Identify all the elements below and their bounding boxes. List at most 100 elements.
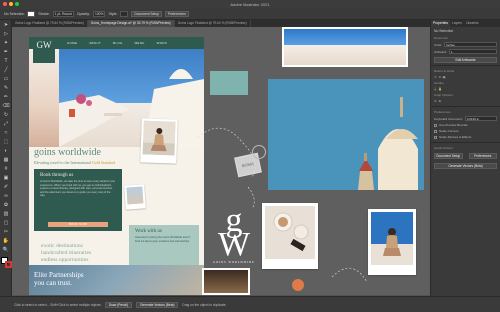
direct-select-icon[interactable]: ▷ xyxy=(2,31,10,37)
rect-icon[interactable]: ▭ xyxy=(2,76,10,82)
polaroid-food[interactable] xyxy=(262,203,318,269)
generate-vectors-button[interactable]: Generate Vectors (Beta) xyxy=(136,301,179,308)
slice-icon[interactable]: ✂ xyxy=(2,229,10,235)
nav-blog[interactable]: BLOG xyxy=(113,41,123,45)
pencil-icon[interactable]: ✏ xyxy=(2,94,10,100)
draw-pencil-button[interactable]: Draw (Pencil) xyxy=(104,301,133,308)
edit-artboards-button[interactable]: Edit Artboards xyxy=(434,57,497,63)
magic-wand-icon[interactable]: ✦ xyxy=(2,40,10,46)
minimize-window-button[interactable] xyxy=(9,2,13,6)
blend-icon[interactable]: ∞ xyxy=(2,193,10,199)
opacity-field[interactable]: 100% xyxy=(93,11,106,17)
site-logo[interactable]: GW xyxy=(33,39,55,63)
nav-home[interactable]: HOME xyxy=(67,41,77,45)
book-now-button[interactable]: BOOK NOW xyxy=(48,222,108,227)
checkbox-icon xyxy=(434,135,437,139)
fill-swatch[interactable] xyxy=(27,11,36,17)
graph-icon[interactable]: ▥ xyxy=(2,211,10,217)
top-photo-strip[interactable] xyxy=(282,27,408,67)
window-controls xyxy=(3,2,19,6)
site-nav: HOME ABOUT BLOG MENU WORK xyxy=(29,37,204,49)
style-label: Style: xyxy=(108,12,118,16)
doc-tab-3[interactable]: Goins Logo Finalized @ 79.64 % (RGB/Prev… xyxy=(175,20,251,27)
small-photo-image xyxy=(126,186,144,205)
status-hint: Click to select or select... Shift+Click… xyxy=(14,302,101,307)
keyboard-increment-row: Keyboard Increment: 0.0139 in xyxy=(431,115,500,122)
doc-tab-1[interactable]: Goins Logo Finalized @ 79.64 % (RGB/Prev… xyxy=(12,20,88,27)
snap-pixel-icon[interactable]: ⊞ xyxy=(439,99,442,103)
generate-vectors-panel-button[interactable]: Generate Vectors (Beta) xyxy=(434,163,497,169)
tab-properties[interactable]: Properties xyxy=(431,20,451,27)
bottom-portrait-photo[interactable] xyxy=(202,268,250,295)
document-setup-button[interactable]: Document Setup xyxy=(131,11,163,17)
doc-tab-2[interactable]: Goins_Homepage Design.ai* @ 33.79 % (RGB… xyxy=(87,20,175,27)
zoom-icon[interactable]: 🔍 xyxy=(2,247,10,253)
line-icon[interactable]: ╱ xyxy=(2,67,10,73)
selection-icon[interactable]: ➤ xyxy=(2,22,10,28)
type-icon[interactable]: T xyxy=(2,58,10,64)
perspective-icon[interactable]: ▦ xyxy=(2,157,10,163)
preferences-panel-button[interactable]: Preferences xyxy=(468,153,497,159)
polaroid-photo-small xyxy=(124,184,146,210)
nav-menu[interactable]: MENU xyxy=(135,41,145,45)
keyboard-increment-field[interactable]: 0.0139 in xyxy=(464,116,497,121)
eraser-icon[interactable]: ⌫ xyxy=(2,103,10,109)
no-selection-label: No Selection xyxy=(434,29,454,33)
keyboard-increment-label: Keyboard Increment: xyxy=(434,116,463,121)
units-row: Units: Inches xyxy=(431,41,500,48)
scale-strokes-checkbox[interactable]: Scale Strokes & Effects xyxy=(431,134,500,140)
work-text: Interested in joining the Goins Worldwid… xyxy=(135,236,191,243)
book-through-us-card: Book through us At Goins Worldwide, we t… xyxy=(34,169,122,231)
warp-icon[interactable]: ≈ xyxy=(2,130,10,136)
transparency-grid-icon[interactable]: ▦ xyxy=(443,75,446,79)
polaroid-woman[interactable] xyxy=(368,209,416,275)
tab-layers[interactable]: Layers xyxy=(450,20,464,27)
units-select[interactable]: Inches xyxy=(443,42,497,47)
grid-icon[interactable]: # xyxy=(439,75,441,79)
stroke-weight-field[interactable]: 1 pt. Round xyxy=(52,11,74,17)
fill-stroke-swatch[interactable] xyxy=(1,257,12,268)
toolbar: ➤ ▷ ✦ ✒ T ╱ ▭ ✎ ✏ ⌫ ↻ ⤢ ≈ ⬚ ◐ ▦ # ▣ ✐ ∞ ✿ ▥ ▢ ✂ ✋ 🔍 xyxy=(0,20,12,296)
excl-line: exotic destinations xyxy=(41,243,83,249)
quick-actions-row: Document Setup Preferences xyxy=(431,151,500,161)
artboard-icon[interactable]: ▢ xyxy=(2,220,10,226)
close-window-button[interactable] xyxy=(3,2,7,6)
monogram-w: W xyxy=(217,226,251,263)
nav-work[interactable]: WORK xyxy=(157,41,168,45)
coral-stamp-mark xyxy=(292,279,304,291)
nav-about[interactable]: ABOUT xyxy=(89,41,101,45)
woman-balcony-image xyxy=(142,120,176,156)
book-title: Book through us xyxy=(40,173,74,178)
brush-icon[interactable]: ✎ xyxy=(2,85,10,91)
stroke-swatch[interactable] xyxy=(5,261,12,268)
preferences-button[interactable]: Preferences xyxy=(165,11,189,17)
style-swatch[interactable] xyxy=(120,11,129,17)
rotate-icon[interactable]: ↻ xyxy=(2,112,10,118)
free-transform-icon[interactable]: ⬚ xyxy=(2,139,10,145)
pen-icon[interactable]: ✒ xyxy=(2,49,10,55)
dome-photo[interactable] xyxy=(268,79,424,190)
guides-icon[interactable]: ┼ xyxy=(434,87,436,91)
doc-tab-label: Goins Logo Finalized @ 79.64 % (RGB/Prev… xyxy=(177,21,247,25)
panel-tabs: Properties Layers Libraries xyxy=(431,20,500,27)
homepage-artboard[interactable]: HOME ABOUT BLOG MENU WORK GW goins world… xyxy=(29,37,204,295)
mesh-icon[interactable]: # xyxy=(2,166,10,172)
teal-swatch[interactable] xyxy=(210,71,248,95)
lock-guides-icon[interactable]: 🔒 xyxy=(438,87,442,91)
hand-icon[interactable]: ✋ xyxy=(2,238,10,244)
symbol-icon[interactable]: ✿ xyxy=(2,202,10,208)
zoom-window-button[interactable] xyxy=(15,2,19,6)
artboard-select[interactable]: 1 xyxy=(448,49,497,54)
canvas-area[interactable]: HOME ABOUT BLOG MENU WORK GW goins world… xyxy=(12,27,430,295)
document-setup-panel-button[interactable]: Document Setup xyxy=(434,153,463,159)
santorini-photo-top xyxy=(284,29,406,65)
snap-point-icon[interactable]: ⊙ xyxy=(434,99,437,103)
gradient-icon[interactable]: ▣ xyxy=(2,175,10,181)
polaroid-photo-hero xyxy=(140,118,178,164)
tab-libraries[interactable]: Libraries xyxy=(464,20,481,27)
ruler-icon[interactable]: ▭ xyxy=(434,75,437,79)
excl-line: handcrafted itineraries xyxy=(41,250,92,256)
scale-icon[interactable]: ⤢ xyxy=(2,121,10,127)
eyedropper-icon[interactable]: ✐ xyxy=(2,184,10,190)
shape-builder-icon[interactable]: ◐ xyxy=(2,148,10,154)
